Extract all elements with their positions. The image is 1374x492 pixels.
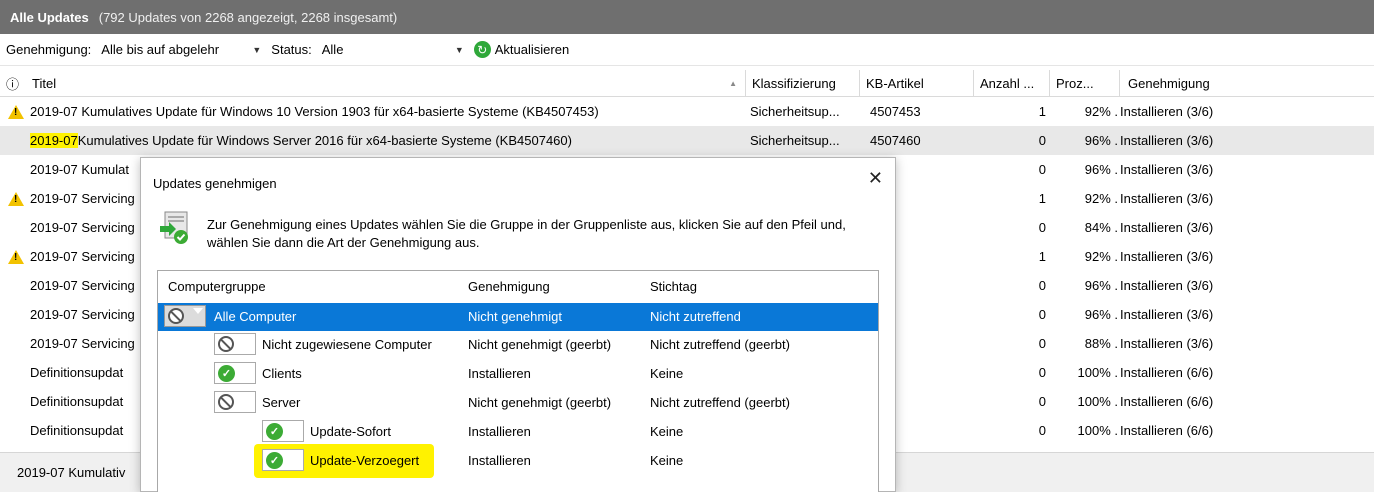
approval-status-dropdown[interactable]: ✓ xyxy=(262,420,304,442)
dialog-instruction: Zur Genehmigung eines Updates wählen Sie… xyxy=(207,217,846,250)
col-header-count[interactable]: Anzahl ... xyxy=(974,70,1050,97)
group-row-server[interactable]: Server Nicht genehmigt (geerbt) Nicht zu… xyxy=(158,389,878,417)
chevron-down-icon xyxy=(290,451,302,458)
approved-check-icon: ✓ xyxy=(266,451,283,469)
col-header-title[interactable]: Titel ▲ xyxy=(26,70,746,97)
col-header-classification[interactable]: Klassifizierung xyxy=(746,70,860,97)
warning-icon xyxy=(8,104,24,119)
col-header-group[interactable]: Computergruppe xyxy=(168,279,266,294)
refresh-button[interactable]: ↻ Aktualisieren xyxy=(473,41,570,58)
approval-status-dropdown[interactable] xyxy=(214,391,256,413)
highlighted-text: 2019-07 xyxy=(30,133,78,148)
computer-group-table: Computergruppe Genehmigung Stichtag Alle… xyxy=(157,270,879,492)
approve-updates-dialog: Updates genehmigen ✕ Zur Genehmigung ein… xyxy=(140,157,896,492)
sort-ascending-icon: ▲ xyxy=(729,79,737,88)
approval-document-icon xyxy=(160,211,188,244)
approval-filter-dropdown[interactable]: Alle bis auf abgelehr ▼ xyxy=(97,38,266,61)
filter-toolbar: Genehmigung: Alle bis auf abgelehr ▼ Sta… xyxy=(0,34,1374,66)
col-header-kb[interactable]: KB-Artikel xyxy=(860,70,974,97)
window-subtitle: (792 Updates von 2268 angezeigt, 2268 in… xyxy=(98,9,398,25)
group-row-alle-computer[interactable]: Alle Computer Nicht genehmigt Nicht zutr… xyxy=(158,303,878,331)
approval-status-dropdown[interactable] xyxy=(164,305,206,327)
status-filter-dropdown[interactable]: Alle ▼ xyxy=(317,38,468,61)
chevron-down-icon xyxy=(242,364,254,371)
group-row-update-sofort[interactable]: ✓ Update-Sofort Installieren Keine xyxy=(158,418,878,446)
approval-status-dropdown[interactable] xyxy=(214,333,256,355)
group-row-update-verzoegert[interactable]: ✓ Update-Verzoegert Installieren Keine xyxy=(158,444,878,478)
chevron-down-icon xyxy=(290,422,302,429)
approval-filter-value: Alle bis auf abgelehr xyxy=(101,42,220,57)
group-row-nicht-zugewiesene[interactable]: Nicht zugewiesene Computer Nicht genehmi… xyxy=(158,331,878,359)
approval-filter-label: Genehmigung: xyxy=(6,42,92,57)
chevron-down-icon: ▼ xyxy=(454,44,464,55)
refresh-label: Aktualisieren xyxy=(494,42,570,57)
col-header-percent[interactable]: Proz... xyxy=(1050,70,1120,97)
grid-header: ⓘ Titel ▲ Klassifizierung KB-Artikel Anza… xyxy=(0,70,1374,97)
col-header-deadline[interactable]: Stichtag xyxy=(650,279,697,294)
chevron-down-icon: ▼ xyxy=(252,44,262,55)
status-filter-value: Alle xyxy=(321,42,344,57)
window-titlebar: Alle Updates (792 Updates von 2268 angez… xyxy=(0,0,1374,34)
chevron-down-icon xyxy=(192,307,204,314)
table-row[interactable]: 2019-07 Kumulatives Update für Windows 1… xyxy=(0,97,1374,126)
group-table-header: Computergruppe Genehmigung Stichtag xyxy=(158,271,878,301)
dialog-title: Updates genehmigen xyxy=(153,176,277,191)
refresh-icon: ↻ xyxy=(473,41,491,58)
not-approved-icon xyxy=(218,394,234,410)
approved-check-icon: ✓ xyxy=(266,422,283,440)
warning-icon xyxy=(8,249,24,264)
window-title: Alle Updates xyxy=(10,9,89,25)
approval-status-dropdown[interactable]: ✓ xyxy=(214,362,256,384)
warning-icon xyxy=(8,191,24,206)
info-icon: ⓘ xyxy=(6,77,20,92)
table-row-selected[interactable]: 2019-07 Kumulatives Update für Windows S… xyxy=(0,126,1374,155)
group-row-clients[interactable]: ✓ Clients Installieren Keine xyxy=(158,360,878,388)
approval-status-dropdown[interactable]: ✓ xyxy=(262,449,304,471)
chevron-down-icon xyxy=(242,393,254,400)
not-approved-icon xyxy=(218,336,234,352)
close-icon[interactable]: ✕ xyxy=(868,168,883,189)
details-title: 2019-07 Kumulativ xyxy=(17,465,126,480)
chevron-down-icon xyxy=(242,335,254,342)
approved-check-icon: ✓ xyxy=(218,364,235,382)
status-filter-label: Status: xyxy=(271,42,312,57)
not-approved-icon xyxy=(168,308,184,324)
col-header-approval[interactable]: Genehmigung xyxy=(1120,70,1374,97)
col-header-approval[interactable]: Genehmigung xyxy=(468,279,550,294)
